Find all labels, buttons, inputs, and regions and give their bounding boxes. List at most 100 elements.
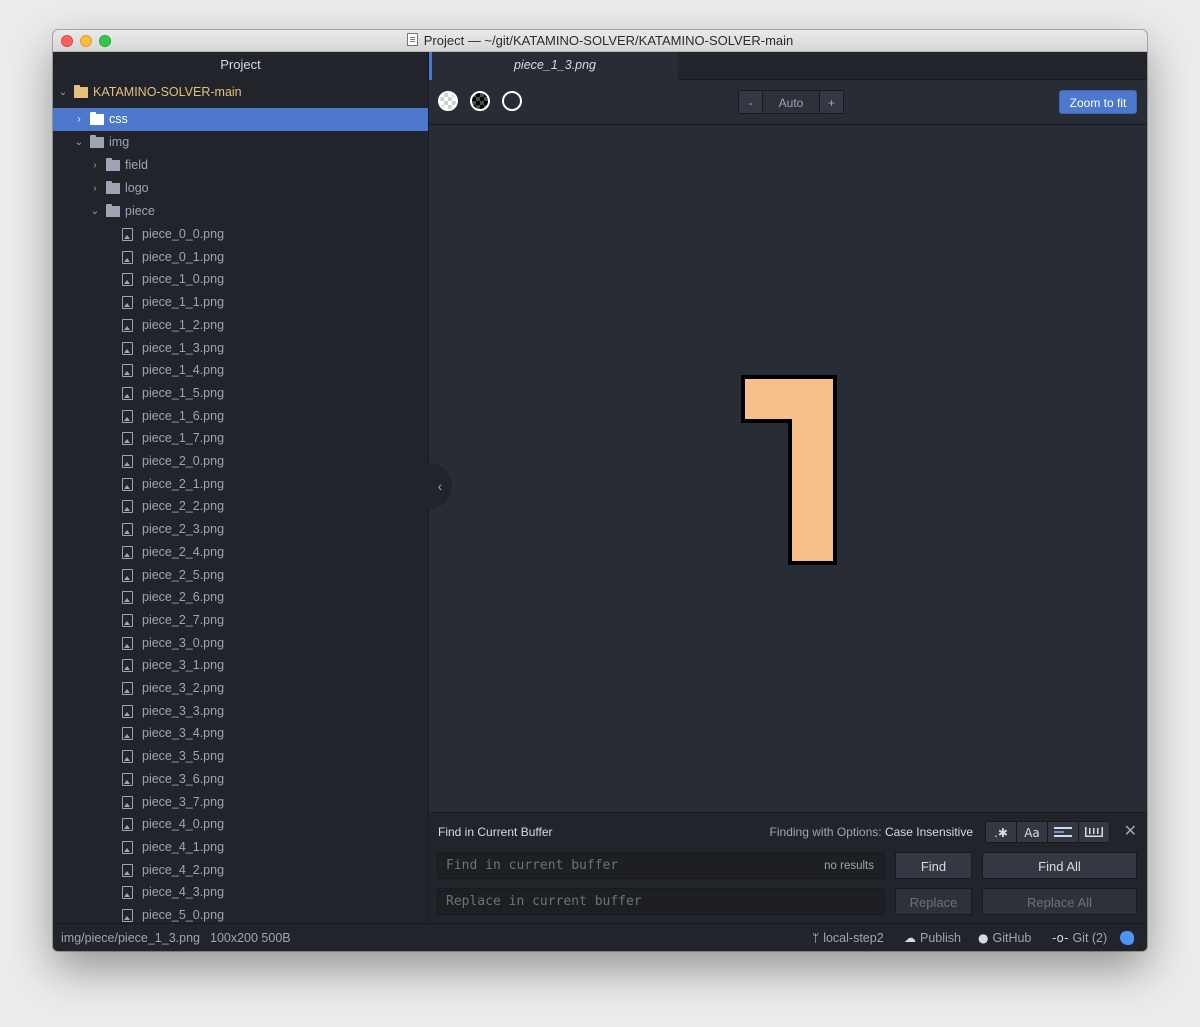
zoom-to-fit-button[interactable]: Zoom to fit <box>1059 90 1137 114</box>
tree-file-item[interactable]: piece_1_2.png <box>53 314 428 337</box>
tree-file-label: piece_3_6.png <box>142 771 225 786</box>
case-sensitive-toggle[interactable]: Aa <box>1016 821 1048 843</box>
image-file-icon <box>122 364 133 378</box>
tree-file-item[interactable]: piece_1_7.png <box>53 427 428 450</box>
selection-icon <box>1054 827 1072 837</box>
tree-file-item[interactable]: piece_2_0.png <box>53 450 428 473</box>
tree-item-logo[interactable]: › logo <box>53 177 428 200</box>
find-options-prefix: Finding with Options: <box>769 825 882 839</box>
chevron-down-icon: ⌄ <box>74 137 84 148</box>
tree-file-label: piece_4_0.png <box>142 817 225 832</box>
tree-file-item[interactable]: piece_3_6.png <box>53 768 428 791</box>
git-branch-icon: ᛘ <box>812 931 820 945</box>
chevron-right-icon: › <box>93 160 97 171</box>
squirrel-update-icon[interactable] <box>1120 931 1134 945</box>
dark-checker-bg-button[interactable] <box>470 91 490 111</box>
whole-word-toggle[interactable] <box>1078 821 1110 843</box>
find-all-button[interactable]: Find All <box>982 852 1137 879</box>
image-file-icon <box>122 341 133 355</box>
image-file-icon <box>122 273 133 287</box>
zoom-level[interactable]: Auto <box>763 90 819 114</box>
replace-input[interactable]: Replace in current buffer <box>437 888 885 915</box>
tree-file-label: piece_3_7.png <box>142 794 225 809</box>
tree-file-label: piece_2_3.png <box>142 522 225 537</box>
tree-file-item[interactable]: piece_2_2.png <box>53 495 428 518</box>
title-bar: Project — ~/git/KATAMINO-SOLVER/KATAMINO… <box>53 30 1147 52</box>
status-file-path[interactable]: img/piece/piece_1_3.png <box>61 924 200 951</box>
tree-file-item[interactable]: piece_2_4.png <box>53 541 428 564</box>
find-button[interactable]: Find <box>895 852 972 879</box>
tree-file-item[interactable]: piece_3_3.png <box>53 700 428 723</box>
zoom-controls: - Auto + <box>738 90 844 114</box>
tab-piece-1-3[interactable]: piece_1_3.png <box>429 52 678 80</box>
image-file-icon <box>122 432 133 446</box>
tree-file-label: piece_2_6.png <box>142 590 225 605</box>
tree-file-item[interactable]: piece_3_2.png <box>53 677 428 700</box>
tree-file-label: piece_2_1.png <box>142 476 225 491</box>
find-input[interactable]: Find in current buffer no results <box>437 852 885 879</box>
tree-file-item[interactable]: piece_1_0.png <box>53 268 428 291</box>
transparent-bg-button[interactable] <box>502 91 522 111</box>
zoom-out-button[interactable]: - <box>738 90 763 114</box>
tree-file-item[interactable]: piece_0_0.png <box>53 223 428 246</box>
tree-file-item[interactable]: piece_1_3.png <box>53 337 428 360</box>
replace-input-placeholder: Replace in current buffer <box>446 894 642 909</box>
tree-file-item[interactable]: piece_2_3.png <box>53 518 428 541</box>
tree-file-label: piece_3_0.png <box>142 635 225 650</box>
image-file-icon <box>122 818 133 832</box>
tree-item-img[interactable]: ⌄ img <box>53 131 428 154</box>
tree-file-item[interactable]: piece_2_6.png <box>53 586 428 609</box>
image-file-icon <box>122 250 133 264</box>
branch-label: local-step2 <box>823 931 884 945</box>
tree-file-label: piece_3_1.png <box>142 658 225 673</box>
tree-item-piece[interactable]: ⌄ piece <box>53 200 428 223</box>
tree-file-item[interactable]: piece_1_6.png <box>53 405 428 428</box>
tree-file-item[interactable]: piece_3_1.png <box>53 654 428 677</box>
tree-item-field[interactable]: › field <box>53 154 428 177</box>
tree-file-label: piece_1_7.png <box>142 431 225 446</box>
tree-file-item[interactable]: piece_2_7.png <box>53 609 428 632</box>
tree-item-css[interactable]: › css <box>53 108 428 131</box>
tree-file-item[interactable]: piece_1_4.png <box>53 359 428 382</box>
status-image-info: 100x200 500B <box>210 931 291 945</box>
light-checker-bg-button[interactable] <box>438 91 458 111</box>
tree-file-label: piece_1_1.png <box>142 295 225 310</box>
git-label: Git (2) <box>1072 931 1108 945</box>
tree-file-item[interactable]: piece_0_1.png <box>53 246 428 269</box>
tree-file-label: piece_1_3.png <box>142 340 225 355</box>
folder-icon <box>74 85 88 98</box>
tree-file-item[interactable]: piece_3_4.png <box>53 722 428 745</box>
image-file-icon <box>122 909 133 922</box>
tree-file-item[interactable]: piece_3_7.png <box>53 791 428 814</box>
status-branch[interactable]: ᛘ local-step2 <box>812 924 884 951</box>
tree-file-item[interactable]: piece_2_5.png <box>53 564 428 587</box>
image-file-icon <box>122 477 133 491</box>
find-results-count: no results <box>824 860 874 872</box>
tree-root-label: KATAMINO-SOLVER-main <box>93 85 242 99</box>
zoom-in-button[interactable]: + <box>819 90 844 114</box>
image-file-icon <box>122 727 133 741</box>
tree-file-item[interactable]: piece_4_2.png <box>53 859 428 882</box>
status-github[interactable]: ● GitHub <box>978 924 1031 951</box>
tree-file-item[interactable]: piece_3_0.png <box>53 632 428 655</box>
in-selection-toggle[interactable] <box>1047 821 1079 843</box>
chevron-down-icon: ⌄ <box>90 206 100 217</box>
status-publish[interactable]: ☁ Publish <box>904 924 961 951</box>
replace-all-button[interactable]: Replace All <box>982 888 1137 915</box>
app-window: Project — ~/git/KATAMINO-SOLVER/KATAMINO… <box>53 30 1147 951</box>
tree-file-item[interactable]: piece_1_5.png <box>53 382 428 405</box>
tree-file-item[interactable]: piece_1_1.png <box>53 291 428 314</box>
close-find-panel-icon[interactable]: ✕ <box>1124 821 1137 843</box>
tree-root-folder[interactable]: ⌄ KATAMINO-SOLVER-main <box>53 81 428 104</box>
folder-icon <box>106 158 120 171</box>
image-file-icon <box>122 591 133 605</box>
tree-file-item[interactable]: piece_4_1.png <box>53 836 428 859</box>
tree-file-item[interactable]: piece_4_3.png <box>53 881 428 904</box>
image-file-icon <box>122 568 133 582</box>
tree-file-item[interactable]: piece_3_5.png <box>53 745 428 768</box>
tree-file-item[interactable]: piece_2_1.png <box>53 473 428 496</box>
tree-file-item[interactable]: piece_4_0.png <box>53 813 428 836</box>
regex-toggle[interactable]: .✱ <box>985 821 1017 843</box>
replace-button[interactable]: Replace <box>895 888 972 915</box>
status-git[interactable]: -o- Git (2) <box>1052 924 1107 951</box>
